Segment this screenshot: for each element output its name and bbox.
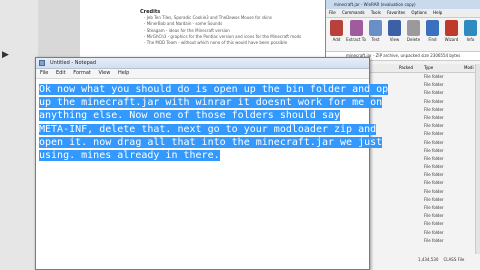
- notepad-menubar: File Edit Format View Help: [36, 69, 369, 79]
- row-type: File folder: [424, 106, 444, 112]
- toolbar-button-extract-to[interactable]: Extract To: [346, 20, 366, 49]
- archive-menu-commands[interactable]: Commands: [342, 10, 365, 15]
- toolbar-button-label: Delete: [406, 37, 421, 42]
- row-type: File folder: [424, 139, 444, 145]
- selected-text: anything else. Now one of those folders …: [39, 110, 341, 122]
- toolbar-button-label: Extract To: [346, 37, 366, 42]
- status-size: 1,434,530: [418, 257, 439, 262]
- selected-text: up the minecraft.jar with winrar it does…: [39, 97, 383, 109]
- row-type: File folder: [424, 180, 444, 186]
- notepad-menu-help[interactable]: Help: [118, 70, 129, 76]
- selected-text: Ok now what you should do is open up the…: [39, 84, 389, 95]
- text-line: using. mines already in there.: [39, 149, 367, 162]
- notepad-menu-edit[interactable]: Edit: [56, 70, 66, 76]
- row-type: File folder: [424, 82, 444, 88]
- books-add-icon: [330, 20, 343, 36]
- notepad-title-bar[interactable]: Untitled - Notepad: [36, 58, 369, 69]
- toolbar-button-test[interactable]: Test: [367, 20, 384, 49]
- row-type: File folder: [424, 123, 444, 129]
- wizard-icon: [445, 20, 458, 36]
- notepad-menu-view[interactable]: View: [98, 70, 110, 76]
- row-type: File folder: [424, 205, 444, 210]
- row-type: File folder: [424, 131, 444, 137]
- notepad-title: Untitled - Notepad: [50, 60, 97, 66]
- toolbar-button-label: Test: [371, 37, 380, 42]
- archive-menu-options[interactable]: Options: [411, 10, 426, 15]
- books-extract-icon: [349, 20, 363, 36]
- column-modified[interactable]: Modi: [464, 64, 474, 72]
- toolbar-button-view[interactable]: View: [386, 20, 403, 49]
- toolbar-button-label: Add: [332, 37, 341, 42]
- credits-list: Jeb Ten Tiles, Sporadic Cookie3 and TheD…: [138, 15, 302, 46]
- selected-text: META-INF, delete that. next go to your m…: [39, 123, 377, 135]
- desktop-left-strip: ▶: [0, 0, 38, 270]
- row-type: File folder: [424, 155, 444, 161]
- toolbar-button-label: Wizard: [444, 37, 459, 42]
- row-type: File folder: [424, 90, 444, 96]
- row-type: File folder: [424, 147, 444, 153]
- notepad-menu-file[interactable]: File: [40, 70, 48, 76]
- notepad-text-area[interactable]: Ok now what you should do is open up the…: [36, 79, 389, 162]
- find-icon: [426, 20, 439, 36]
- row-type: File folder: [424, 196, 444, 202]
- info-icon: [464, 20, 477, 36]
- column-packed[interactable]: Packed: [399, 64, 424, 72]
- archive-menu-tools[interactable]: Tools: [371, 10, 381, 15]
- row-type: File folder: [424, 221, 444, 227]
- toolbar-button-delete[interactable]: Delete: [405, 20, 422, 49]
- archive-menubar: File Commands Tools Favorites Options He…: [326, 9, 480, 18]
- archive-menu-file[interactable]: File: [329, 10, 336, 15]
- notepad-menu-format[interactable]: Format: [73, 70, 91, 76]
- credit-line: The MOD Team - without which none of thi…: [144, 40, 301, 46]
- row-type: File folder: [424, 188, 444, 194]
- archive-toolbar: Add Extract To Test View Delete Find Wizard Inf…: [326, 18, 480, 52]
- toolbar-button-find[interactable]: Find: [424, 20, 441, 49]
- row-type: File folder: [424, 213, 444, 219]
- cursor-arrow-icon: ▶: [2, 50, 9, 60]
- row-type: File folder: [424, 164, 444, 170]
- column-type[interactable]: Type: [424, 64, 464, 72]
- toolbar-button-wizard[interactable]: Wizard: [443, 20, 460, 49]
- books-test-icon: [369, 20, 382, 36]
- toolbar-button-info[interactable]: Info: [462, 20, 479, 49]
- toolbar-button-label: Info: [466, 37, 475, 42]
- background-webpage: Credits Jeb Ten Tiles, Sporadic Cookie3 …: [80, 0, 330, 60]
- row-type: File folder: [424, 172, 444, 178]
- view-icon: [388, 20, 401, 36]
- row-type: File folder: [424, 229, 444, 235]
- notepad-icon: [39, 60, 45, 66]
- text-line: META-INF, delete that. next go to your m…: [39, 123, 377, 136]
- file-list-scrollbar[interactable]: [475, 64, 480, 254]
- archive-menu-help[interactable]: Help: [433, 10, 442, 15]
- text-line: up the minecraft.jar with winrar it does…: [39, 96, 383, 109]
- toolbar-button-label: View: [389, 37, 400, 42]
- row-type: File folder: [424, 98, 444, 104]
- row-type: File folder: [424, 114, 444, 120]
- status-type: CLASS File: [443, 257, 465, 262]
- selected-text: using. mines already in there.: [39, 150, 220, 162]
- archive-menu-favorites[interactable]: Favorites: [387, 10, 405, 15]
- selected-text: open it. now drag all that into the mine…: [39, 136, 383, 148]
- toolbar-button-label: Find: [428, 37, 437, 42]
- notepad-window[interactable]: Untitled - Notepad File Edit Format View…: [35, 57, 389, 270]
- text-line: Ok now what you should do is open up the…: [39, 83, 389, 96]
- row-type: File folder: [424, 237, 444, 243]
- row-type: File folder: [424, 74, 444, 79]
- toolbar-button-add[interactable]: Add: [328, 20, 345, 49]
- text-line: open it. now drag all that into the mine…: [39, 136, 383, 149]
- delete-icon: [407, 20, 420, 36]
- archive-window-title: minecraft.jar - WinRAR (evaluation copy): [326, 0, 480, 9]
- text-line: anything else. Now one of those folders …: [39, 109, 367, 122]
